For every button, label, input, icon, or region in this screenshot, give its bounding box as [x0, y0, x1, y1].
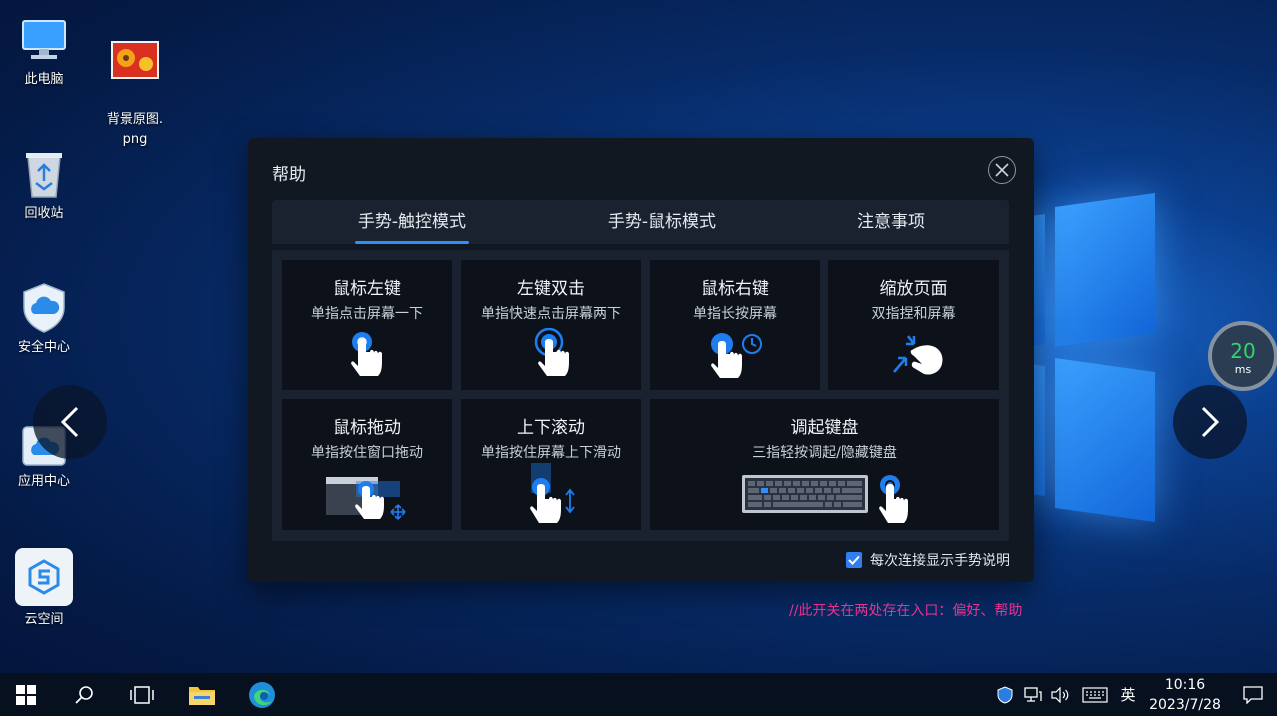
tab-notes[interactable]: 注意事项: [854, 200, 928, 244]
gesture-panel: 鼠标左键 单指点击屏幕一下 左键双击 单指快速点击屏幕两下 鼠标右键 单指长按屏…: [272, 250, 1009, 541]
double-tap-icon: [534, 328, 569, 376]
latency-indicator[interactable]: 20 ms: [1208, 321, 1277, 391]
latency-unit: ms: [1234, 363, 1252, 376]
check-icon: [848, 555, 860, 565]
ime-indicator[interactable]: 英: [1116, 673, 1140, 716]
pinch-icon: [893, 335, 943, 375]
drag-icon: [326, 477, 406, 520]
keyboard-icon: [742, 475, 908, 523]
volume-tray-button[interactable]: [1050, 673, 1072, 716]
help-dialog: 帮助 手势-触控模式 手势-鼠标模式 注意事项 鼠标左键 单指点击屏幕一下 左键…: [248, 138, 1034, 582]
gesture-card-keyboard: 调起键盘 三指轻按调起/隐藏键盘: [650, 399, 999, 530]
gesture-title: 鼠标左键: [333, 279, 401, 299]
search-icon: [75, 685, 93, 704]
long-press-icon: [711, 333, 762, 378]
desktop-icon-cloud-space[interactable]: 云空间: [4, 548, 84, 630]
clock-time: 10:16: [1164, 677, 1206, 693]
close-button[interactable]: [988, 156, 1016, 184]
chevron-left-icon: [60, 406, 79, 438]
tab-touch-mode[interactable]: 手势-触控模式: [355, 200, 469, 244]
action-center-button[interactable]: [1238, 673, 1268, 716]
desktop-icon-background-png[interactable]: 背景原图. png: [95, 14, 175, 170]
speaker-icon: [1051, 686, 1069, 703]
show-gestures-label: 每次连接显示手势说明: [870, 553, 1010, 569]
gesture-card-double-click: 左键双击 单指快速点击屏幕两下: [461, 260, 641, 390]
desktop-icon-security-center[interactable]: 安全中心: [4, 282, 84, 358]
edge-browser-button[interactable]: [238, 673, 286, 716]
single-tap-icon: [351, 332, 382, 376]
desktop-icon-label: 背景原图. png: [106, 112, 164, 147]
gesture-desc: 双指捏和屏幕: [871, 306, 956, 322]
gesture-desc: 三指轻按调起/隐藏键盘: [752, 445, 897, 461]
shield-icon: [997, 685, 1013, 704]
system-clock[interactable]: 10:16 2023/7/28: [1140, 675, 1230, 715]
desktop-icon-this-pc[interactable]: 此电脑: [4, 14, 84, 90]
task-view-icon: [130, 685, 154, 704]
shield-cloud-icon: [18, 282, 70, 334]
notification-icon: [1243, 685, 1263, 704]
latency-value: 20: [1230, 339, 1256, 363]
desktop-icon-recycle-bin[interactable]: 回收站: [4, 148, 84, 224]
previous-button[interactable]: [33, 385, 107, 459]
gesture-title: 鼠标拖动: [333, 418, 401, 438]
gesture-card-zoom: 缩放页面 双指捏和屏幕: [828, 260, 999, 390]
cloud-space-icon: [15, 548, 73, 606]
network-icon: [1024, 686, 1042, 702]
gesture-title: 左键双击: [517, 279, 585, 299]
desktop-icon-label: 应用中心: [17, 474, 70, 489]
gesture-card-scroll: 上下滚动 单指按住屏幕上下滑动: [461, 399, 641, 530]
recycle-bin-icon: [18, 148, 70, 200]
desktop-icon-label: 此电脑: [24, 72, 64, 87]
scroll-icon: [530, 463, 575, 523]
touch-keyboard-tray-button[interactable]: [1080, 673, 1110, 716]
dialog-title: 帮助: [272, 165, 306, 185]
show-gestures-checkbox[interactable]: [846, 552, 862, 568]
keyboard-icon: [1082, 686, 1108, 703]
gesture-desc: 单指点击屏幕一下: [311, 306, 423, 322]
edge-icon: [249, 681, 275, 708]
close-icon: [995, 163, 1009, 177]
gesture-title: 缩放页面: [879, 279, 948, 299]
security-tray-button[interactable]: [994, 673, 1016, 716]
gesture-title: 鼠标右键: [701, 279, 769, 299]
clock-date: 2023/7/28: [1149, 697, 1221, 713]
annotation-note: //此开关在两处存在入口：偏好、帮助: [789, 603, 1023, 619]
gesture-card-drag: 鼠标拖动 单指按住窗口拖动: [282, 399, 452, 530]
gesture-desc: 单指按住窗口拖动: [311, 445, 423, 461]
next-button[interactable]: [1173, 385, 1247, 459]
show-gestures-checkbox-row[interactable]: 每次连接显示手势说明: [846, 550, 1010, 570]
gesture-desc: 单指按住屏幕上下滑动: [481, 445, 621, 461]
start-button[interactable]: [2, 673, 50, 716]
gesture-card-left-click: 鼠标左键 单指点击屏幕一下: [282, 260, 452, 390]
gesture-title: 上下滚动: [517, 418, 585, 438]
task-view-button[interactable]: [118, 673, 166, 716]
gesture-desc: 单指快速点击屏幕两下: [481, 306, 621, 322]
tab-mouse-mode[interactable]: 手势-鼠标模式: [604, 200, 720, 244]
taskbar: 英 10:16 2023/7/28: [0, 673, 1277, 716]
tab-bar: 手势-触控模式 手势-鼠标模式 注意事项: [272, 200, 1009, 244]
network-tray-button[interactable]: [1022, 673, 1044, 716]
gesture-card-right-click: 鼠标右键 单指长按屏幕: [650, 260, 820, 390]
folder-icon: [189, 686, 215, 705]
desktop-icon-label: 云空间: [24, 612, 64, 627]
windows-icon: [16, 684, 36, 705]
image-file-icon: [109, 34, 161, 86]
desktop-icon-label: 回收站: [24, 206, 64, 221]
chevron-right-icon: [1201, 406, 1220, 438]
search-button[interactable]: [60, 673, 108, 716]
gesture-desc: 单指长按屏幕: [693, 306, 777, 322]
file-explorer-button[interactable]: [178, 673, 226, 716]
desktop-icon-label: 安全中心: [17, 340, 70, 355]
gesture-title: 调起键盘: [790, 418, 859, 438]
computer-icon: [18, 14, 70, 66]
